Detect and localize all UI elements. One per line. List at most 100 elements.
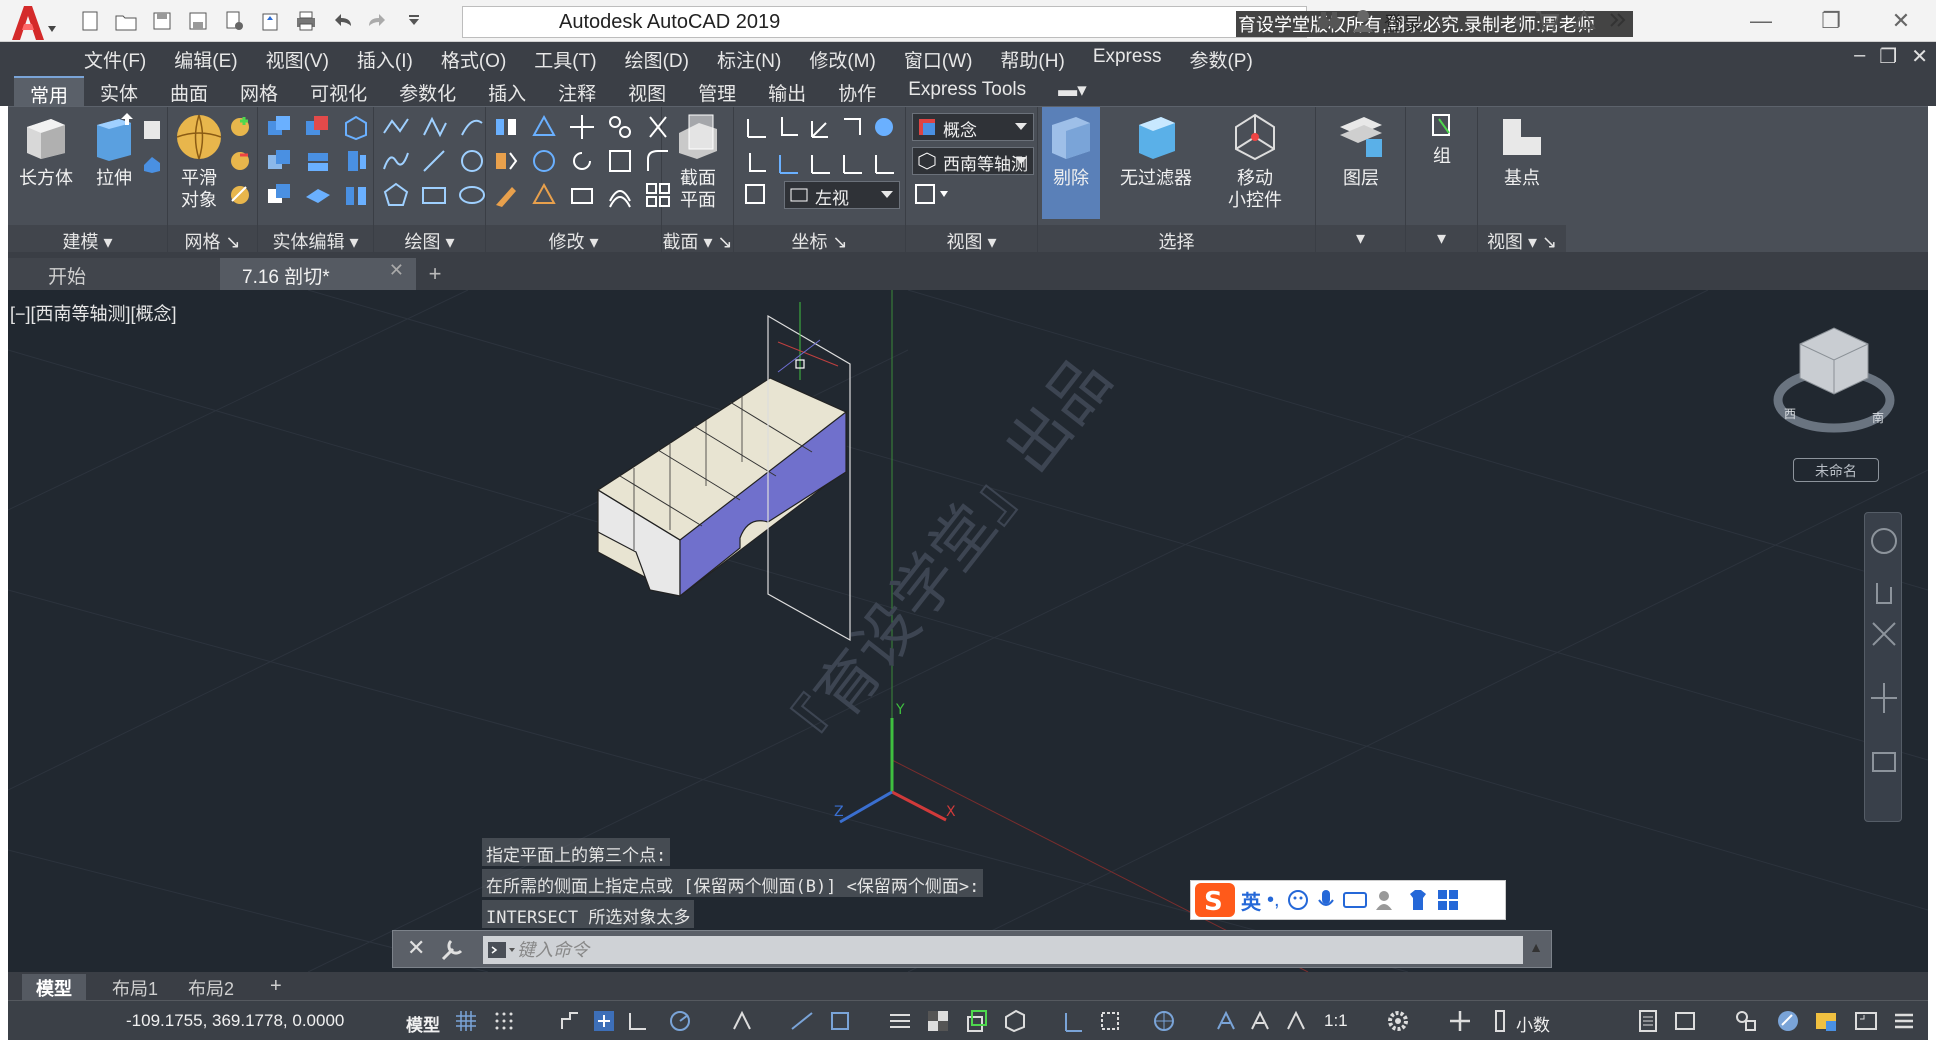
union-icon[interactable] [266, 113, 294, 141]
share-icon[interactable] [254, 6, 286, 36]
isodraft-icon[interactable] [730, 1009, 754, 1033]
grid-icon[interactable] [454, 1009, 478, 1033]
scale-icon[interactable] [606, 147, 634, 175]
ucs-object-icon[interactable] [742, 149, 770, 177]
3dscale-icon[interactable] [530, 181, 558, 209]
tab-collaborate[interactable]: 协作 [822, 76, 892, 106]
tab-annotate[interactable]: 注释 [542, 76, 612, 106]
mesh-decrease-icon[interactable] [228, 149, 252, 178]
stretch-icon[interactable] [568, 181, 596, 209]
tab-layout2[interactable]: 布局2 [174, 974, 248, 1000]
ucs-menu-label[interactable]: 未命名 [1793, 458, 1879, 482]
tab-surface[interactable]: 曲面 [154, 76, 224, 106]
toolbox-grid-icon[interactable] [1436, 888, 1460, 912]
units-dropdown[interactable]: 小数 [1516, 1011, 1550, 1036]
slice-icon[interactable] [304, 147, 332, 175]
user-icon[interactable] [1352, 8, 1374, 37]
ucs-icon[interactable] [742, 113, 770, 141]
doc-close-button[interactable]: ✕ [1911, 44, 1928, 69]
annotation-scale-dropdown[interactable]: 1:1 [1324, 1011, 1348, 1031]
smooth-object-button[interactable]: 平滑 对象 [172, 111, 226, 211]
lineweight-icon[interactable] [888, 1009, 912, 1033]
visual-style-dropdown[interactable]: 概念 [912, 113, 1034, 141]
publish-icon[interactable] [218, 6, 250, 36]
open-folder-icon[interactable] [110, 6, 142, 36]
keyboard-icon[interactable] [1342, 888, 1368, 912]
panel-layers-title[interactable]: ▾ [1316, 225, 1405, 253]
separate-icon[interactable] [342, 181, 370, 209]
panel-coordinates-title[interactable]: 坐标 ↘ [734, 225, 905, 253]
redo-icon[interactable] [362, 6, 394, 36]
extract-edges-icon[interactable] [342, 147, 370, 175]
recent-commands-icon[interactable] [487, 941, 517, 961]
tab-view[interactable]: 视图 [612, 76, 682, 106]
command-history-toggle-icon[interactable]: ▲ [1529, 939, 1543, 955]
annotation-scale-icon[interactable] [1284, 1009, 1308, 1033]
orbit-icon[interactable] [1871, 683, 1897, 713]
section-plane-button[interactable]: 截面 平面 [666, 111, 730, 211]
tab-solid[interactable]: 实体 [84, 76, 154, 106]
menu-express[interactable]: Express [1079, 42, 1176, 76]
dynamic-input-icon[interactable] [592, 1009, 616, 1033]
ime-language-toggle[interactable]: 英 [1241, 886, 1261, 915]
menu-insert[interactable]: 插入(I) [343, 42, 427, 76]
ucs-view-icon[interactable] [806, 149, 834, 177]
polyline-icon[interactable] [382, 113, 410, 141]
menu-view[interactable]: 视图(V) [252, 42, 343, 76]
showmotion-icon[interactable] [1872, 752, 1896, 772]
minimize-button[interactable]: — [1726, 0, 1796, 42]
cart-icon[interactable] [1534, 8, 1560, 37]
autocad-logo-icon[interactable] [6, 2, 62, 44]
3dalign-icon[interactable] [530, 113, 558, 141]
offset-icon[interactable] [606, 181, 634, 209]
pan-icon[interactable] [1876, 583, 1892, 604]
selection-cycling-icon[interactable] [964, 1009, 988, 1033]
ucs-face-icon[interactable] [774, 149, 802, 177]
mesh-refine-icon[interactable] [228, 183, 252, 212]
menu-edit[interactable]: 编辑(E) [160, 42, 251, 76]
rectangle-icon[interactable] [420, 181, 448, 209]
login-link[interactable]: 登录 [1384, 9, 1422, 36]
culling-button[interactable]: 剔除 [1042, 107, 1100, 219]
clean-screen-icon[interactable] [1854, 1009, 1878, 1033]
doc-minimize-button[interactable]: – [1854, 44, 1865, 69]
emoji-icon[interactable] [1286, 888, 1310, 912]
menu-dimension[interactable]: 标注(N) [703, 42, 795, 76]
transparency-icon[interactable] [926, 1009, 950, 1033]
undo-icon[interactable] [326, 6, 358, 36]
tab-layout1[interactable]: 布局1 [98, 974, 172, 1000]
panel-modeling-title[interactable]: 建模 ▾ [8, 225, 167, 253]
circle-icon[interactable] [458, 147, 486, 175]
polysolid-icon[interactable] [140, 151, 164, 182]
intersect-icon[interactable] [266, 147, 294, 175]
new-tab-icon[interactable]: + [422, 263, 448, 286]
command-input[interactable] [483, 936, 1523, 964]
save-as-icon[interactable] [182, 6, 214, 36]
gizmo-status-icon[interactable] [1152, 1009, 1176, 1033]
sogou-logo-icon[interactable]: S [1195, 883, 1235, 917]
move-icon[interactable] [568, 113, 596, 141]
3dpolyline-icon[interactable] [420, 113, 448, 141]
lock-ui-icon[interactable] [1674, 1009, 1698, 1033]
rotate-icon[interactable] [568, 147, 596, 175]
no-filter-button[interactable]: 无过滤器 [1110, 111, 1202, 189]
zoom-extents-icon[interactable] [1872, 622, 1896, 646]
tab-insert[interactable]: 插入 [472, 76, 542, 106]
menu-window[interactable]: 窗口(W) [890, 42, 987, 76]
ellipse-icon[interactable] [458, 181, 486, 209]
mirror3d-icon[interactable] [492, 113, 520, 141]
object-snap-icon[interactable] [828, 1009, 852, 1033]
panel-section-title[interactable]: 截面 ▾ ↘ [662, 225, 733, 253]
save-icon[interactable] [146, 6, 178, 36]
tab-output[interactable]: 输出 [752, 76, 822, 106]
ucs-view-dropdown[interactable]: 左视 [784, 181, 900, 209]
solid-history-icon[interactable] [342, 113, 370, 141]
print-icon[interactable] [290, 6, 322, 36]
panel-modify-title[interactable]: 修改 ▾ [486, 225, 661, 253]
menu-format[interactable]: 格式(O) [427, 42, 520, 76]
ucs-3point-icon[interactable] [838, 113, 866, 141]
customization-menu-icon[interactable] [1892, 1009, 1916, 1033]
erase-icon[interactable] [492, 181, 520, 209]
quick-properties-icon[interactable] [1636, 1009, 1660, 1033]
tab-express-tools[interactable]: Express Tools [892, 76, 1042, 106]
